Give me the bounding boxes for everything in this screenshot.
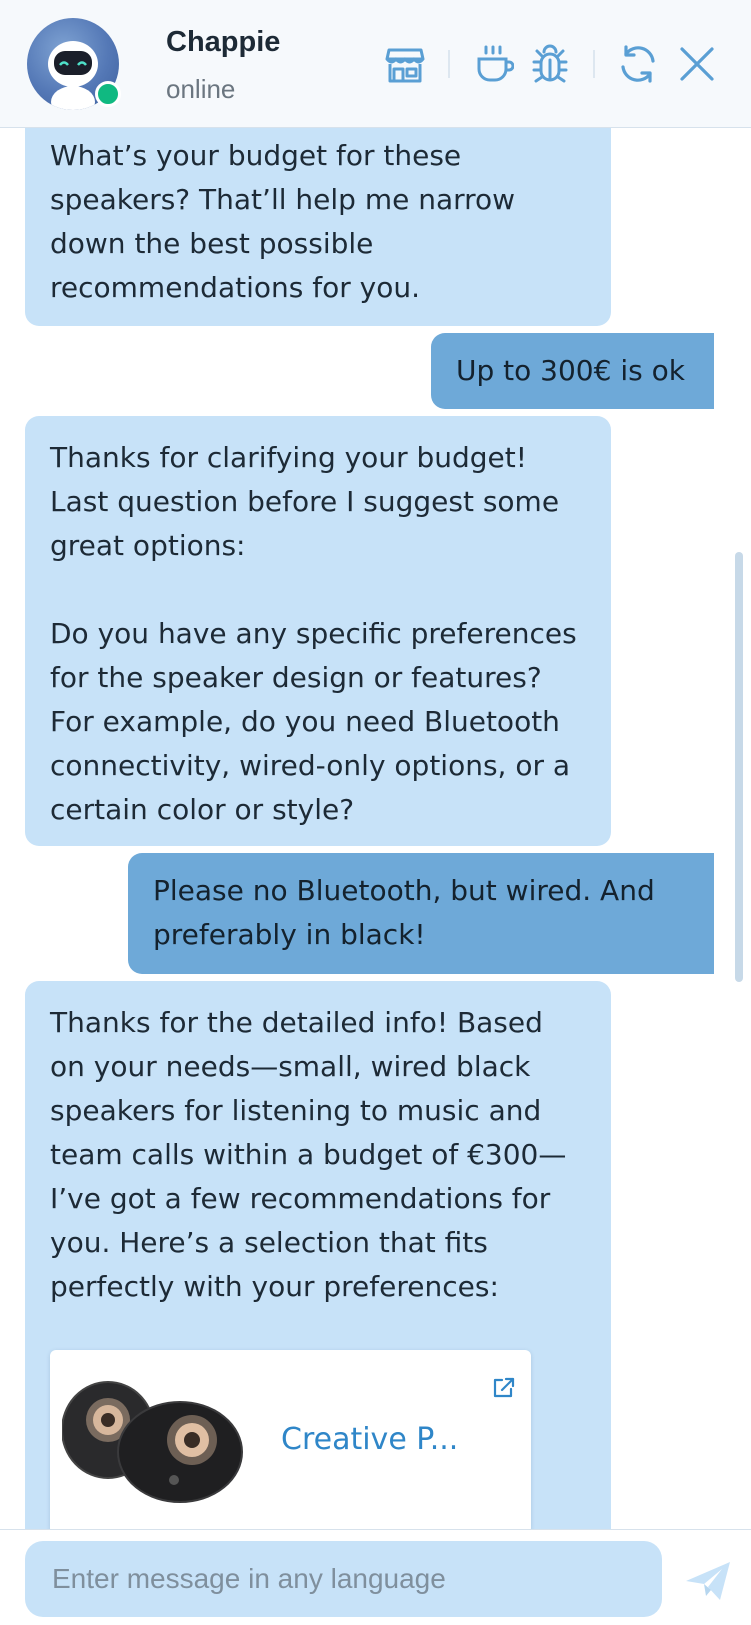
bot-name: Chappie — [166, 26, 281, 58]
bot-message: What’s your budget for these speakers? T… — [25, 128, 611, 326]
external-link-icon[interactable] — [492, 1376, 516, 1400]
header-divider — [593, 50, 595, 78]
refresh-icon[interactable] — [618, 44, 658, 84]
bot-message: Thanks for clarifying your budget! Last … — [25, 416, 611, 846]
bot-status: online — [166, 74, 236, 104]
close-icon[interactable] — [677, 44, 717, 84]
product-card[interactable]: Creative P... — [50, 1350, 531, 1534]
product-title[interactable]: Creative P... — [281, 1422, 458, 1457]
chat-header: Chappie online — [0, 0, 751, 128]
header-divider — [448, 50, 450, 78]
speaker-product-image — [62, 1381, 243, 1503]
store-icon[interactable] — [385, 44, 425, 84]
user-message: Up to 300€ is ok — [431, 333, 714, 409]
message-input[interactable] — [25, 1541, 662, 1617]
online-status-dot — [95, 81, 121, 107]
chat-scrollbar[interactable] — [735, 552, 743, 982]
bug-icon[interactable] — [530, 44, 570, 84]
user-message: Please no Bluetooth, but wired. And pref… — [128, 853, 714, 974]
coffee-icon[interactable] — [474, 44, 514, 84]
send-icon[interactable] — [684, 1560, 732, 1602]
message-composer — [0, 1529, 751, 1625]
